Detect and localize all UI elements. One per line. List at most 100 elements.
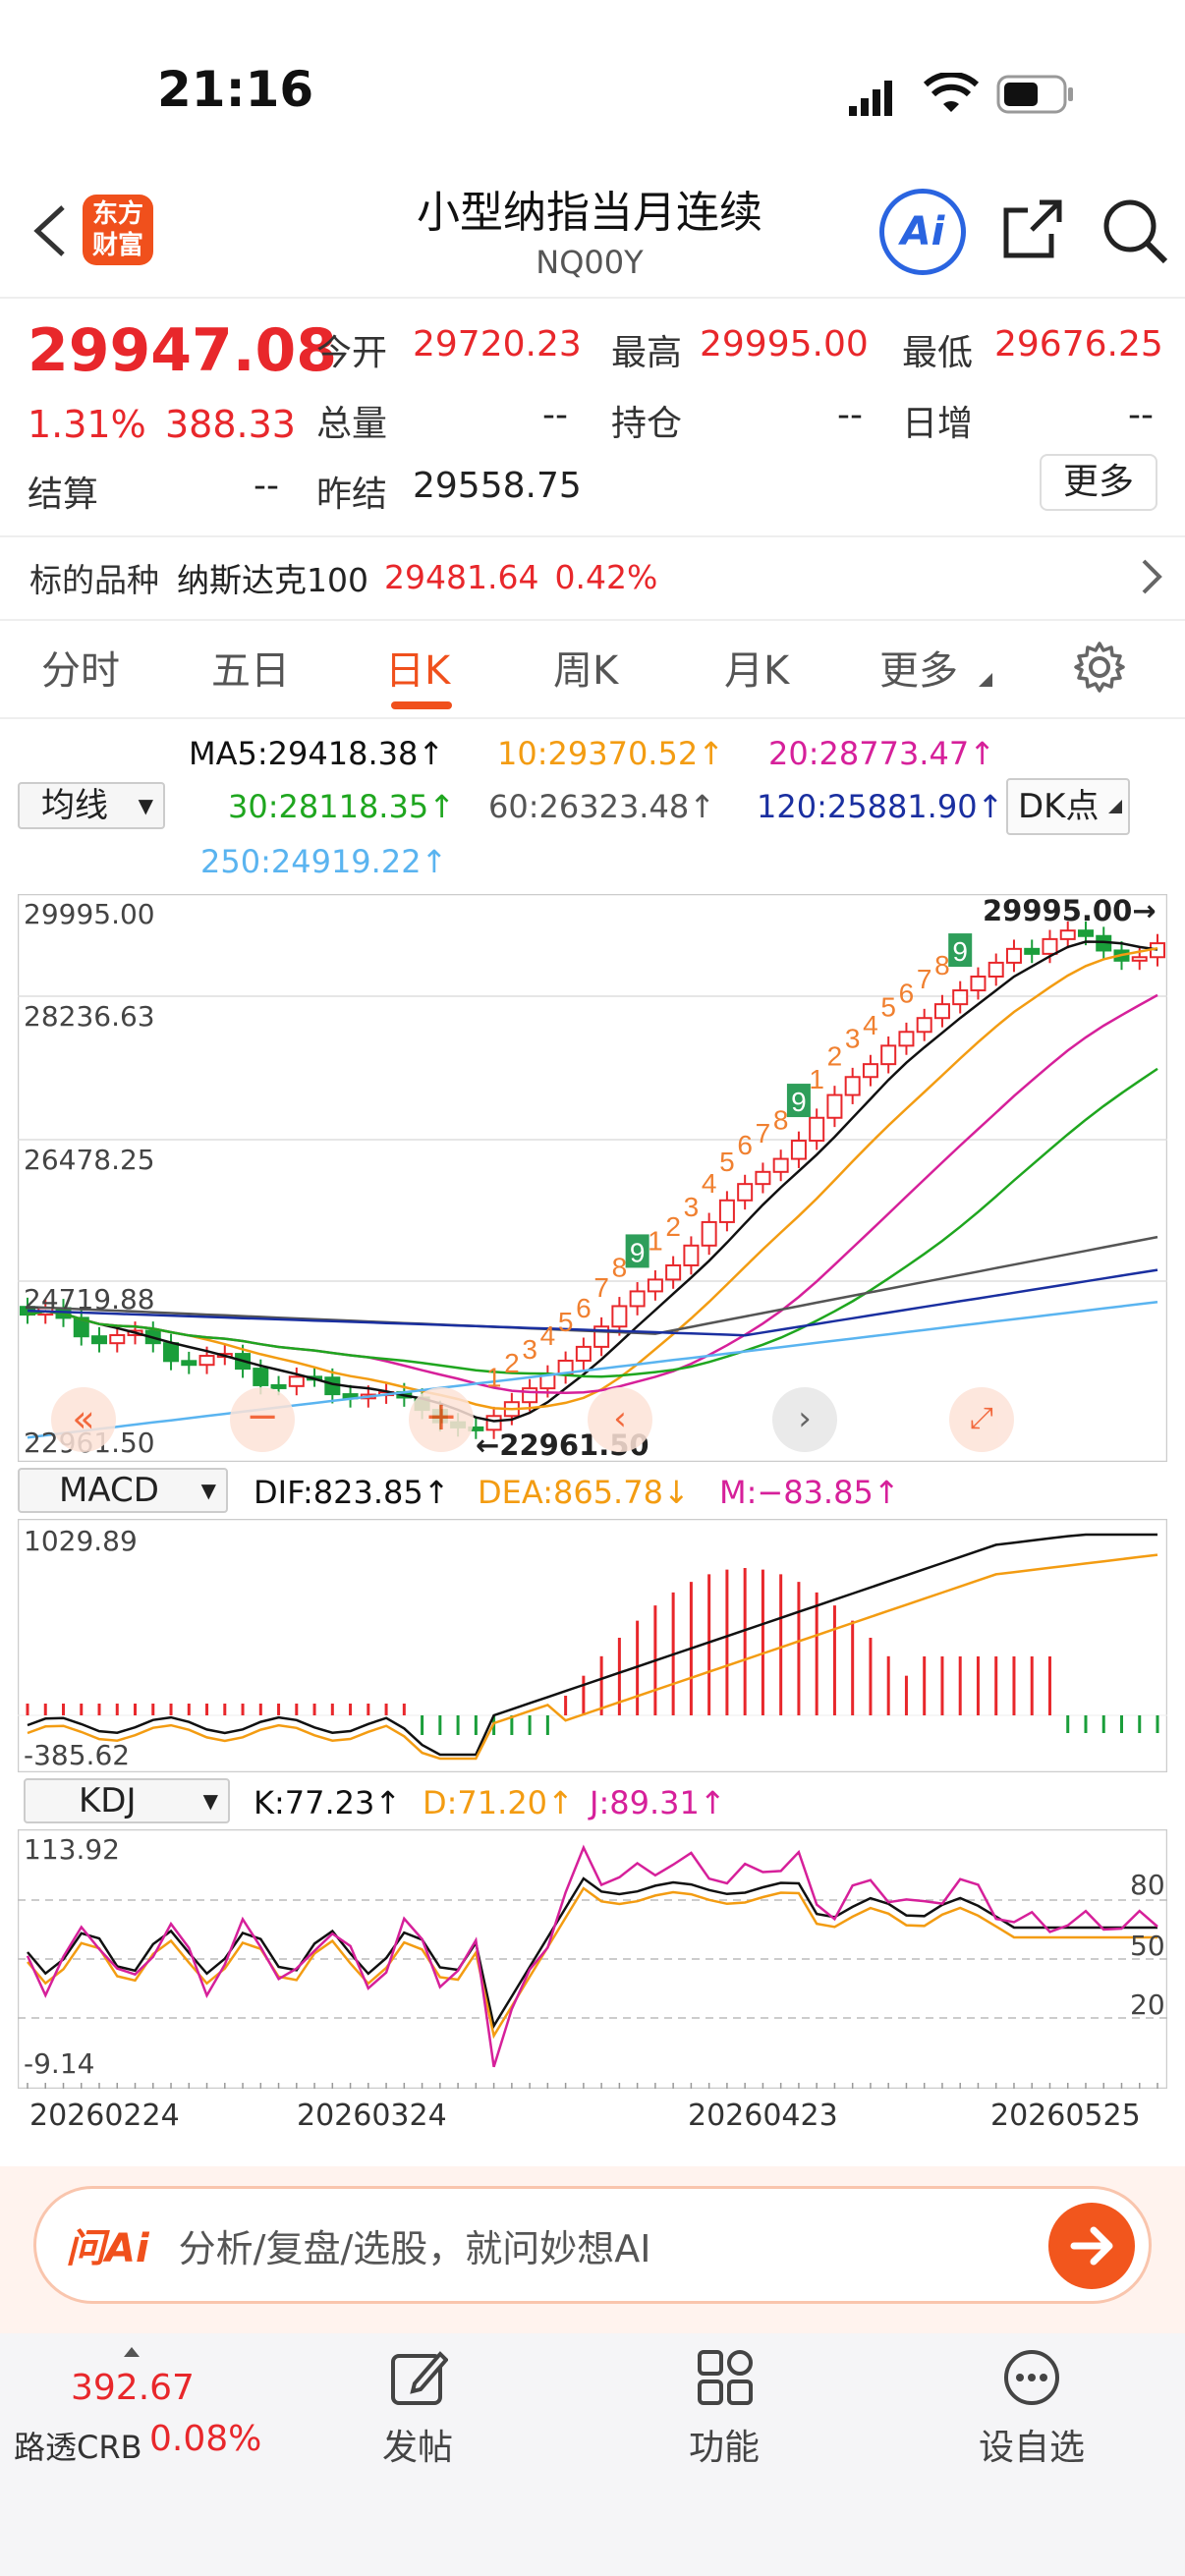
page-title: 小型纳指当月连续	[417, 188, 762, 238]
open-label: 今开	[316, 333, 388, 373]
dif-line	[27, 1533, 1157, 1757]
zoom-in-icon[interactable]: +	[409, 1387, 474, 1452]
ma60-value: 60:26323.48↑	[488, 788, 715, 825]
kline-chart[interactable]: 1 2 3 4 5 678 9 1 23456 7 89123 45 6 7 8 9	[18, 894, 1167, 1462]
change-percent: 1.31%	[28, 403, 146, 446]
zoom-out-icon[interactable]: −	[230, 1387, 295, 1452]
candle-body	[988, 961, 1004, 978]
candle-body	[1059, 929, 1076, 940]
j-line	[26, 1844, 1158, 2068]
candle-body	[629, 1290, 646, 1308]
date-label: 20260423	[688, 2099, 838, 2133]
td-label: 2	[665, 1211, 681, 1242]
scroll-left-icon[interactable]: «	[51, 1387, 116, 1452]
macd-chart[interactable]	[18, 1519, 1167, 1772]
ai-button[interactable]: Ai	[879, 189, 966, 275]
search-icon[interactable]	[1100, 196, 1169, 265]
signal-icon	[847, 79, 896, 122]
ma30-value: 30:28118.35↑	[228, 788, 455, 825]
macd-m: M:−83.85↑	[719, 1474, 900, 1511]
candle-body	[1005, 947, 1022, 964]
tab-five-day[interactable]: 五日	[211, 639, 290, 696]
more-dots-icon[interactable]	[1002, 2348, 1061, 2411]
ma120-value: 120:25881.90↑	[757, 788, 1004, 825]
tab-weekly-k[interactable]: 周K	[553, 639, 618, 696]
candle-body	[575, 1345, 592, 1362]
arrow-right-icon[interactable]	[1048, 2203, 1135, 2289]
ma10-line	[27, 946, 1158, 1411]
ma20-line	[27, 993, 1158, 1394]
kdj-selector[interactable]: KDJ ▼	[24, 1778, 230, 1823]
compose-icon[interactable]	[389, 2348, 449, 2411]
date-label: 20260324	[297, 2099, 447, 2133]
td-label: 6	[899, 978, 915, 1008]
td-label: 3	[522, 1334, 537, 1365]
tab-monthly-k[interactable]: 月K	[724, 639, 789, 696]
macd-selector[interactable]: MACD ▼	[18, 1468, 228, 1513]
daily-inc-label: 日增	[902, 404, 974, 444]
td-label: 1	[486, 1362, 502, 1392]
underlying-row[interactable]: 标的品种 纳斯达克100 29481.64 0.42%	[0, 535, 1185, 619]
candle-body	[181, 1360, 198, 1367]
nav-function[interactable]: 功能	[680, 2419, 768, 2470]
tab-intraday[interactable]: 分时	[41, 639, 120, 696]
macd-dif: DIF:823.85↑	[254, 1474, 450, 1511]
candle-body	[611, 1305, 628, 1328]
candle-body	[916, 1017, 932, 1034]
settle-label: 结算	[28, 475, 99, 515]
kdj-chart[interactable]	[18, 1829, 1167, 2089]
prev-settle-label: 昨结	[316, 475, 388, 515]
y-label-top: 29995.00	[24, 898, 155, 930]
underlying-label: 标的品种	[29, 560, 159, 599]
index-pct[interactable]: 0.08%	[149, 2419, 261, 2459]
td-label: 8	[773, 1105, 789, 1136]
next-icon[interactable]: ›	[772, 1387, 837, 1452]
index-value[interactable]: 392.67	[71, 2368, 195, 2408]
grid-icon[interactable]	[696, 2348, 755, 2411]
nav-post[interactable]: 发帖	[373, 2419, 462, 2470]
prev-icon[interactable]: ‹	[588, 1387, 652, 1452]
ask-ai-input[interactable]: 问Ai 分析/复盘/选股，就问妙想AI	[33, 2186, 1152, 2304]
candle-body	[826, 1093, 843, 1119]
daily-inc-value: --	[1128, 395, 1154, 435]
candle-body	[970, 975, 987, 992]
td-label: 6	[576, 1293, 592, 1323]
candle-body	[198, 1355, 215, 1367]
td-label: 6	[737, 1130, 753, 1160]
candle-body	[862, 1063, 878, 1079]
kdj-y-bottom: -9.14	[24, 2047, 95, 2080]
index-name[interactable]: 路透CRB	[14, 2423, 142, 2468]
expand-icon[interactable]: ⤢	[949, 1387, 1014, 1452]
indicator-selector[interactable]: 均线 ▼	[18, 782, 165, 829]
triangle-down-icon	[979, 672, 992, 691]
nav-add-watchlist[interactable]: 设自选	[973, 2419, 1091, 2470]
td-label: 1	[809, 1064, 824, 1094]
y-label: 24719.88	[24, 1283, 155, 1316]
high-marker: 29995.00→	[983, 894, 1157, 927]
tab-daily-k[interactable]: 日K	[385, 639, 450, 696]
divider	[0, 619, 1185, 621]
oi-label: 持仓	[611, 404, 683, 444]
share-icon[interactable]	[1000, 196, 1065, 261]
td-label: 3	[845, 1023, 861, 1053]
ma5-value: MA5:29418.38↑	[189, 735, 445, 772]
td-label: 3	[684, 1192, 700, 1222]
kdj-d: D:71.20↑	[423, 1784, 574, 1821]
prev-settle-value: 29558.75	[413, 466, 582, 506]
candle-body	[1077, 929, 1094, 937]
ma120-line	[27, 1268, 1158, 1337]
dk-point-button[interactable]: DK点	[1006, 778, 1130, 835]
more-quote-button[interactable]: 更多	[1040, 454, 1157, 511]
settings-gear-icon[interactable]	[1073, 641, 1126, 698]
candle-body	[898, 1031, 915, 1047]
tab-more[interactable]: 更多	[879, 639, 958, 696]
td-label: 5	[558, 1307, 574, 1337]
back-icon[interactable]	[28, 201, 77, 260]
td-label: 7	[756, 1118, 771, 1148]
td-label: 9	[630, 1237, 646, 1267]
td-label: 2	[827, 1041, 843, 1072]
chevron-right-icon	[1140, 557, 1163, 600]
high-label: 最高	[611, 333, 683, 373]
candle-body	[647, 1278, 663, 1293]
candle-body	[163, 1342, 180, 1363]
